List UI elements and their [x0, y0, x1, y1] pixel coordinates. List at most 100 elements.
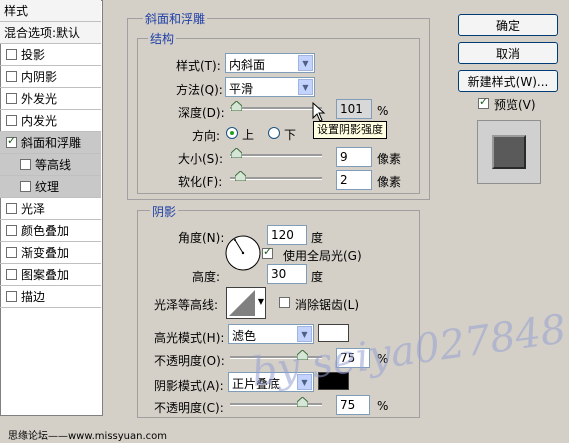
- shadow-opacity-label: 不透明度(C):: [154, 401, 224, 415]
- preview-thumbnail: [477, 120, 541, 184]
- depth-label: 深度(D):: [178, 106, 225, 120]
- style-list-item-label: 内阴影: [21, 70, 58, 84]
- chevron-down-icon: ▼: [257, 297, 264, 306]
- depth-unit: %: [377, 104, 389, 118]
- soften-input[interactable]: 2: [336, 170, 372, 190]
- style-list: 样式 混合选项:默认 投影内阴影外发光内发光斜面和浮雕等高线纹理光泽颜色叠加渐变…: [0, 0, 103, 416]
- style-checkbox[interactable]: [6, 93, 17, 104]
- soften-label: 软化(F):: [178, 175, 223, 189]
- depth-input[interactable]: 101: [336, 99, 372, 119]
- style-checkbox[interactable]: [6, 49, 17, 60]
- style-list-item[interactable]: 投影: [0, 44, 101, 66]
- style-list-item-label: 外发光: [21, 92, 58, 106]
- preview-swatch: [492, 135, 526, 169]
- style-list-item[interactable]: 纹理: [0, 176, 101, 198]
- highlight-opacity-label: 不透明度(O):: [154, 354, 225, 368]
- highlight-mode-select[interactable]: 滤色 ▼: [228, 324, 314, 344]
- chevron-down-icon: ▼: [298, 55, 313, 71]
- style-list-item-label: 图案叠加: [21, 268, 70, 282]
- style-checkbox[interactable]: [6, 115, 17, 126]
- ok-button[interactable]: 确定: [458, 14, 558, 36]
- style-list-item[interactable]: 渐变叠加: [0, 242, 101, 264]
- new-style-button[interactable]: 新建样式(W)...: [458, 70, 558, 92]
- anti-alias-label: 消除锯齿(L): [295, 298, 360, 312]
- preview-checkbox[interactable]: [478, 95, 489, 109]
- style-list-item-label: 描边: [21, 290, 46, 304]
- cancel-button[interactable]: 取消: [458, 42, 558, 64]
- direction-up-label: 上: [242, 128, 255, 142]
- gloss-contour-picker[interactable]: ▼: [226, 287, 266, 319]
- style-checkbox[interactable]: [20, 159, 31, 170]
- size-slider-thumb[interactable]: [231, 148, 242, 158]
- style-checkbox[interactable]: [6, 225, 17, 236]
- mouse-pointer-icon: [312, 102, 326, 122]
- chevron-down-icon: ▼: [298, 79, 313, 95]
- shadow-opacity-input[interactable]: 75: [336, 395, 370, 415]
- style-list-item[interactable]: 内发光: [0, 110, 101, 132]
- altitude-input[interactable]: 30: [267, 264, 307, 284]
- direction-down-label: 下: [284, 128, 297, 142]
- styles-header[interactable]: 样式: [0, 0, 101, 22]
- style-checkbox[interactable]: [6, 269, 17, 280]
- direction-label: 方向:: [192, 129, 221, 143]
- shadow-opacity-unit: %: [377, 399, 389, 413]
- angle-label: 角度(N):: [178, 231, 225, 245]
- style-checkbox[interactable]: [6, 203, 17, 214]
- technique-label: 方法(Q):: [176, 83, 223, 97]
- blending-options-item[interactable]: 混合选项:默认: [0, 22, 101, 44]
- style-list-item-label: 纹理: [35, 180, 60, 194]
- style-list-item[interactable]: 描边: [0, 286, 101, 308]
- shadow-opacity-thumb[interactable]: [297, 397, 308, 407]
- angle-dial[interactable]: [224, 234, 262, 272]
- contour-preview-icon: [229, 290, 255, 316]
- size-input[interactable]: 9: [336, 147, 372, 167]
- direction-up-radio[interactable]: [226, 127, 238, 139]
- size-slider-track[interactable]: [230, 154, 322, 157]
- style-list-item-label: 斜面和浮雕: [21, 136, 82, 150]
- size-unit: 像素: [377, 152, 402, 166]
- technique-select[interactable]: 平滑 ▼: [225, 77, 315, 97]
- global-light-checkbox[interactable]: [262, 245, 273, 259]
- highlight-mode-label: 高光模式(H):: [154, 331, 225, 345]
- style-select[interactable]: 内斜面 ▼: [225, 53, 315, 73]
- global-light-label: 使用全局光(G): [283, 249, 362, 263]
- style-list-item-label: 渐变叠加: [21, 246, 70, 260]
- shadow-mode-label: 阴影模式(A):: [154, 379, 224, 393]
- style-list-item[interactable]: 等高线: [0, 154, 101, 176]
- style-list-item[interactable]: 图案叠加: [0, 264, 101, 286]
- style-checkbox[interactable]: [6, 291, 17, 302]
- style-list-item[interactable]: 光泽: [0, 198, 101, 220]
- style-list-item-label: 颜色叠加: [21, 224, 70, 238]
- style-list-item[interactable]: 斜面和浮雕: [0, 132, 101, 154]
- anti-alias-checkbox[interactable]: [279, 297, 290, 308]
- style-label: 样式(T):: [176, 59, 221, 73]
- preview-label: 预览(V): [494, 98, 536, 112]
- soften-slider-thumb[interactable]: [235, 171, 246, 181]
- style-list-item-label: 光泽: [21, 202, 46, 216]
- forum-footer: 思缘论坛——www.missyuan.com: [8, 431, 167, 442]
- structure-title: 结构: [148, 30, 177, 47]
- soften-unit: 像素: [377, 175, 402, 189]
- style-checkbox[interactable]: [6, 71, 17, 82]
- direction-down-radio[interactable]: [268, 127, 280, 139]
- altitude-label: 高度:: [192, 270, 221, 284]
- style-list-item[interactable]: 内阴影: [0, 66, 101, 88]
- style-list-item-label: 等高线: [35, 158, 72, 172]
- style-list-item[interactable]: 外发光: [0, 88, 101, 110]
- angle-input[interactable]: 120: [267, 225, 307, 245]
- shadow-opacity-track[interactable]: [230, 403, 322, 406]
- style-checkbox[interactable]: [6, 247, 17, 258]
- style-checkbox[interactable]: [20, 181, 31, 192]
- angle-unit: 度: [311, 231, 324, 245]
- depth-slider-thumb[interactable]: [231, 101, 242, 111]
- size-label: 大小(S):: [178, 152, 224, 166]
- shading-title: 阴影: [150, 203, 179, 220]
- gloss-contour-label: 光泽等高线:: [154, 298, 219, 312]
- depth-tooltip: 设置阴影强度: [313, 121, 387, 139]
- style-checkbox[interactable]: [6, 134, 17, 148]
- depth-slider-track[interactable]: [230, 107, 322, 110]
- style-list-item[interactable]: 颜色叠加: [0, 220, 101, 242]
- style-list-item-label: 内发光: [21, 114, 58, 128]
- bevel-emboss-title: 斜面和浮雕: [143, 10, 208, 27]
- style-list-item-label: 投影: [21, 48, 46, 62]
